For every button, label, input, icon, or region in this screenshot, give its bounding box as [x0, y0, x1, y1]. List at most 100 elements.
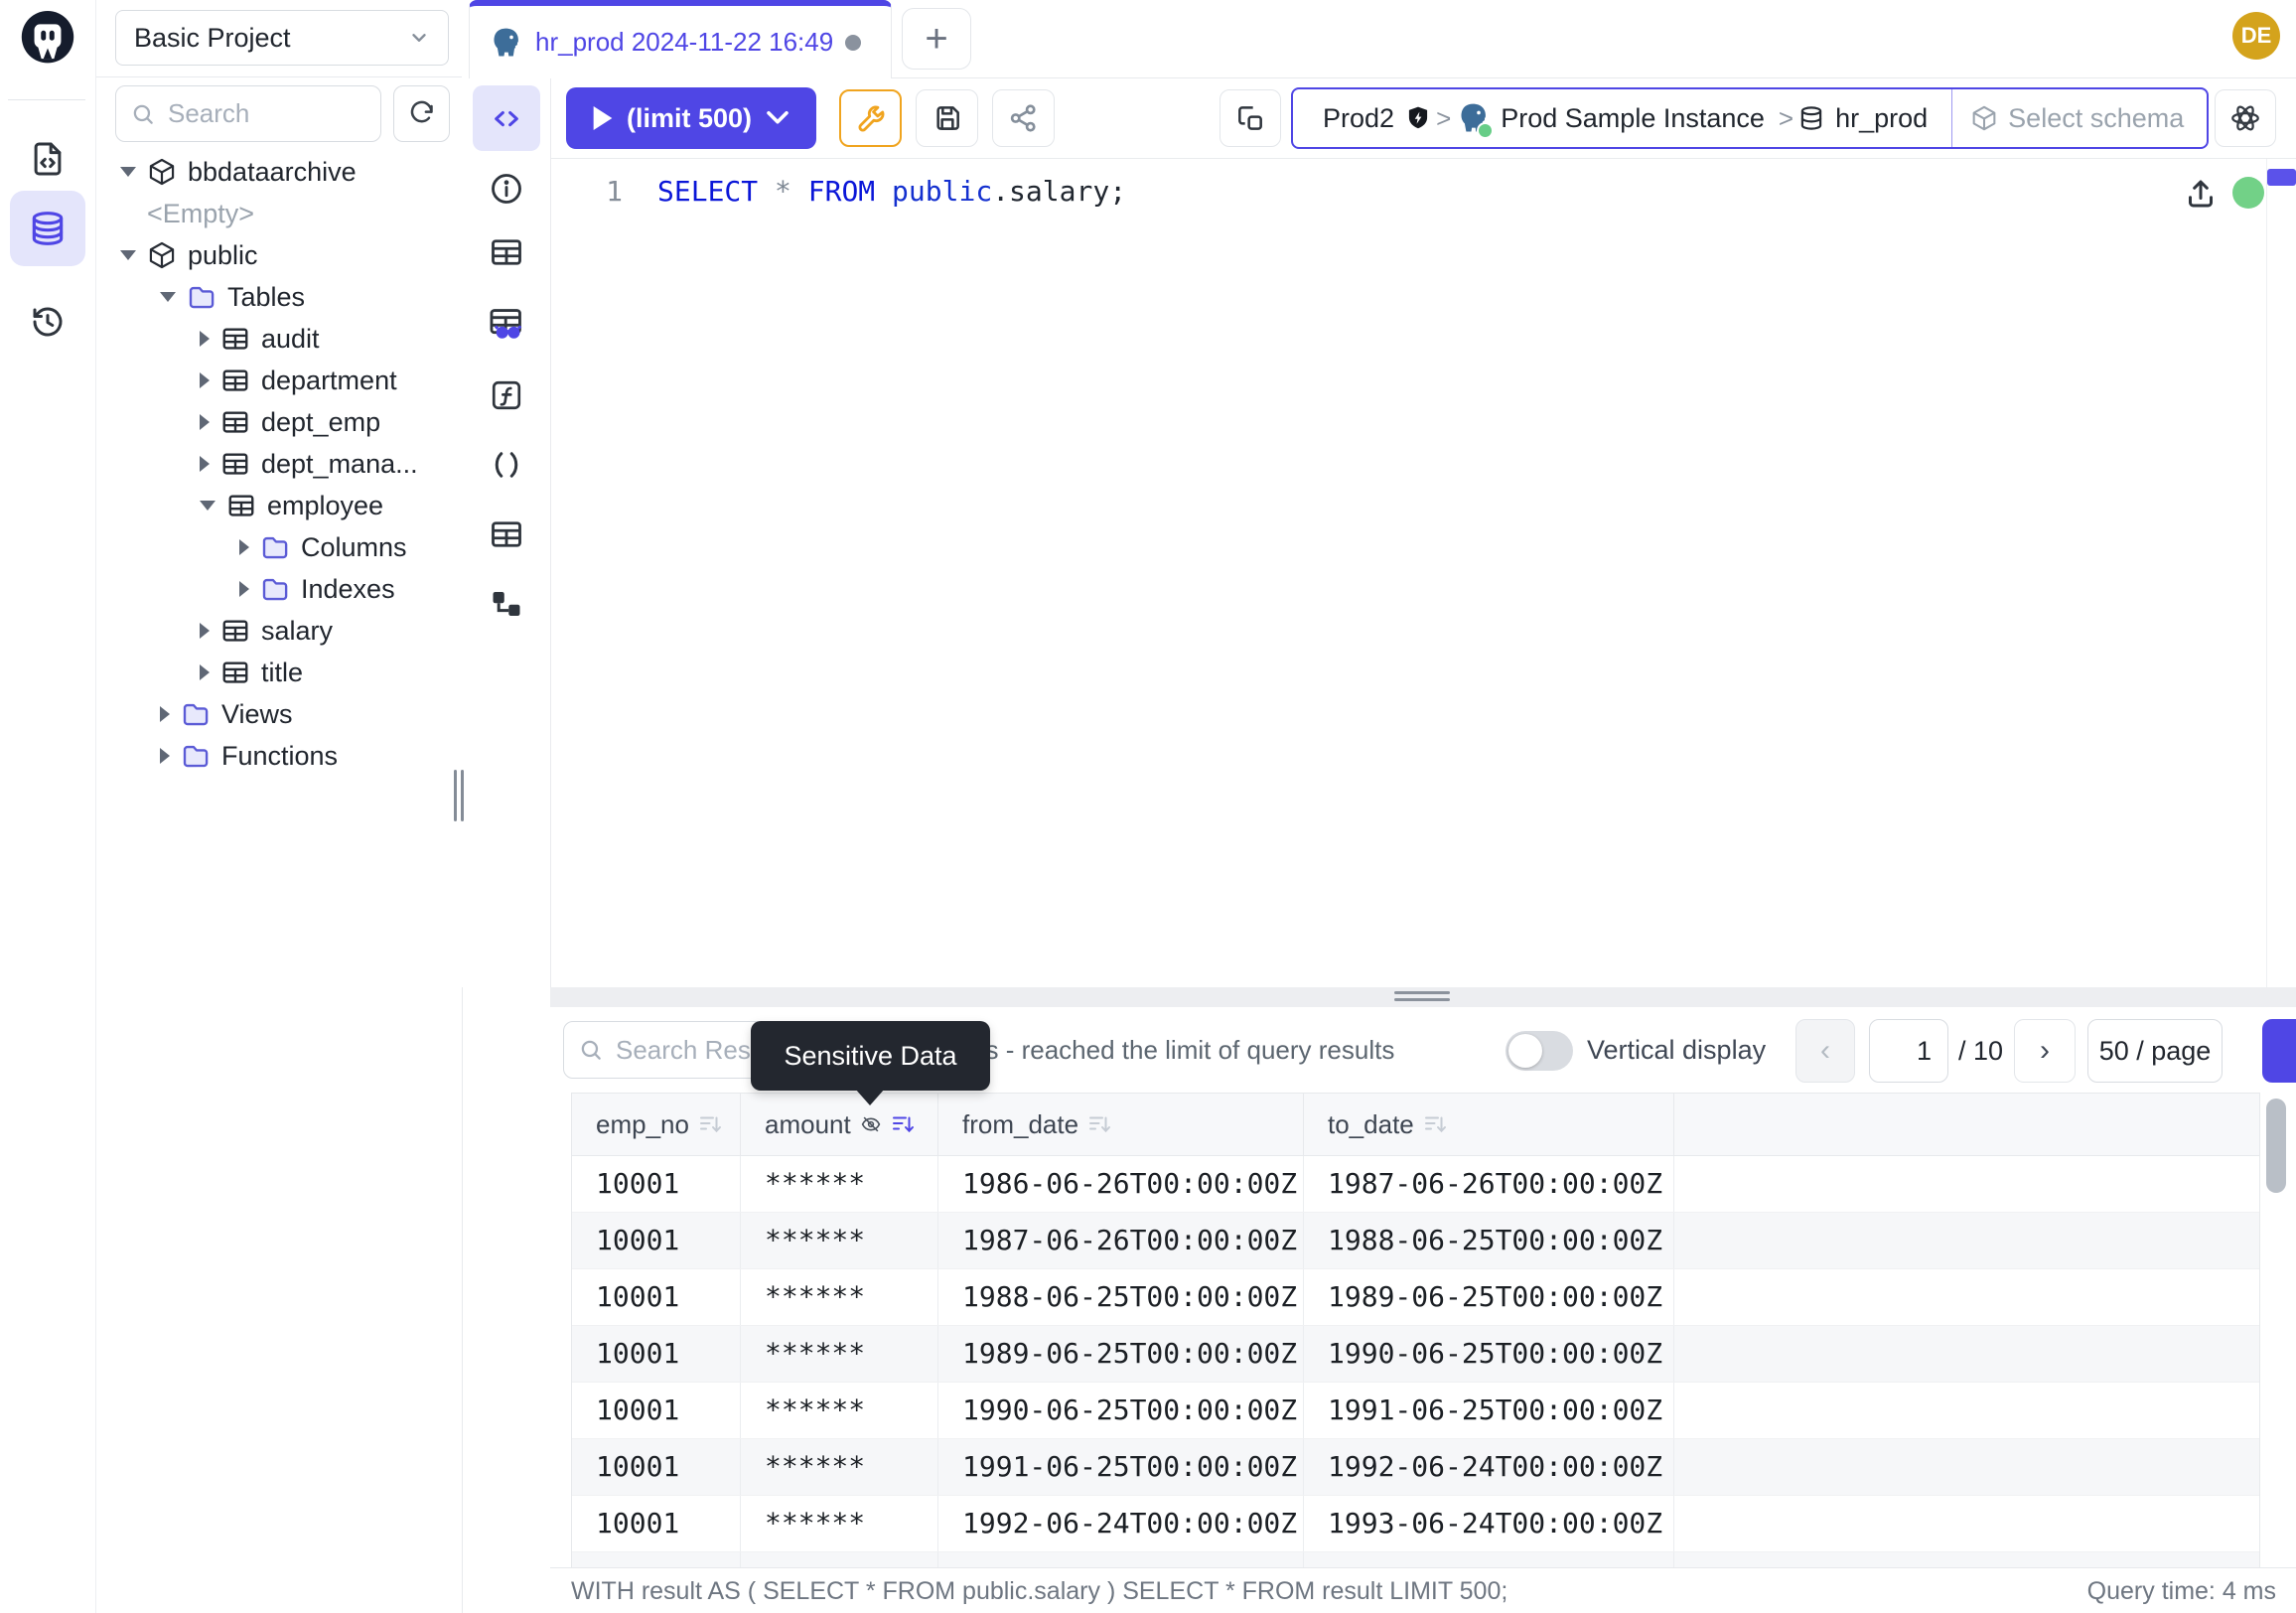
- table-cell[interactable]: ******: [741, 1156, 938, 1212]
- bytebase-logo[interactable]: [14, 6, 81, 73]
- table-cell[interactable]: [1674, 1213, 2259, 1268]
- caret-right-icon[interactable]: [200, 331, 210, 347]
- table-cell[interactable]: 10001: [572, 1383, 741, 1438]
- database-nav-button[interactable]: [10, 191, 85, 266]
- run-query-button[interactable]: (limit 500): [566, 87, 816, 149]
- page-size-select[interactable]: 50 / page: [2087, 1019, 2223, 1083]
- table-cell[interactable]: ******: [741, 1383, 938, 1438]
- refresh-button[interactable]: [393, 85, 450, 142]
- procedures-button[interactable]: [489, 447, 524, 483]
- eye-off-icon[interactable]: [860, 1113, 882, 1135]
- tree-item-department[interactable]: department: [96, 360, 462, 401]
- table-cell[interactable]: 1993-06-24T00:00:00Z: [938, 1552, 1304, 1567]
- page-number-box[interactable]: [1869, 1019, 1948, 1083]
- tree-item-bbdataarchive[interactable]: bbdataarchive: [96, 151, 462, 193]
- connection-breadcrumb[interactable]: Prod2 > Prod Sample Instance > hr_prod S…: [1291, 87, 2209, 149]
- sort-icon[interactable]: [1423, 1112, 1447, 1136]
- column-header-emp_no[interactable]: emp_no: [572, 1094, 741, 1155]
- table-row[interactable]: 10001******1989-06-25T00:00:00Z1990-06-2…: [572, 1326, 2259, 1383]
- table-cell[interactable]: 10001: [572, 1269, 741, 1325]
- upload-button[interactable]: [2183, 175, 2219, 213]
- table-cell[interactable]: 10001: [572, 1156, 741, 1212]
- table-cell[interactable]: ******: [741, 1326, 938, 1382]
- table-cell[interactable]: 1988-06-25T00:00:00Z: [1304, 1213, 1674, 1268]
- ai-assistant-button[interactable]: [2215, 89, 2276, 147]
- tree-item-functions[interactable]: Functions: [96, 735, 462, 777]
- caret-right-icon[interactable]: [200, 456, 210, 472]
- editor-scrollbar-track[interactable]: [2266, 159, 2267, 987]
- tree-item-tables[interactable]: Tables: [96, 276, 462, 318]
- table-cell[interactable]: 1991-06-25T00:00:00Z: [938, 1439, 1304, 1495]
- table-cell[interactable]: 1990-06-25T00:00:00Z: [1304, 1326, 1674, 1382]
- table-row[interactable]: 10001******1993-06-24T00:00:00Z1994-06-2…: [572, 1552, 2259, 1567]
- tree-item-columns[interactable]: Columns: [96, 526, 462, 568]
- table-cell[interactable]: ******: [741, 1439, 938, 1495]
- tree-item-indexes[interactable]: Indexes: [96, 568, 462, 610]
- table-cell[interactable]: [1674, 1269, 2259, 1325]
- table-cell[interactable]: 1992-06-24T00:00:00Z: [1304, 1439, 1674, 1495]
- table-cell[interactable]: [1674, 1496, 2259, 1551]
- worksheet-button[interactable]: [10, 121, 85, 197]
- new-tab-button[interactable]: +: [902, 8, 971, 70]
- sidebar-search[interactable]: [115, 85, 381, 142]
- table-info-button[interactable]: [489, 234, 524, 270]
- tree-item-views[interactable]: Views: [96, 693, 462, 735]
- batch-query-button[interactable]: [1220, 89, 1281, 147]
- tree-item-empty[interactable]: <Empty>: [96, 193, 462, 234]
- sort-icon[interactable]: [891, 1112, 915, 1136]
- table-cell[interactable]: ******: [741, 1552, 938, 1567]
- caret-right-icon[interactable]: [200, 623, 210, 639]
- panel-splitter[interactable]: [550, 987, 2296, 1007]
- table-cell[interactable]: 10001: [572, 1213, 741, 1268]
- sidebar-resize-handle[interactable]: [454, 770, 468, 821]
- caret-down-icon[interactable]: [200, 501, 215, 511]
- page-number-input[interactable]: [1870, 1020, 1943, 1082]
- editor-scrollbar-mark[interactable]: [2267, 169, 2296, 186]
- table-cell[interactable]: 1993-06-24T00:00:00Z: [1304, 1496, 1674, 1551]
- table-row[interactable]: 10001******1986-06-26T00:00:00Z1987-06-2…: [572, 1156, 2259, 1213]
- table-cell[interactable]: 1989-06-25T00:00:00Z: [938, 1326, 1304, 1382]
- functions-button[interactable]: [489, 377, 524, 413]
- tree-item-employee[interactable]: employee: [96, 485, 462, 526]
- table-cell[interactable]: [1674, 1326, 2259, 1382]
- vertical-display-toggle[interactable]: [1506, 1031, 1573, 1071]
- caret-right-icon[interactable]: [160, 706, 170, 722]
- table-cell[interactable]: 10001: [572, 1552, 741, 1567]
- table-row[interactable]: 10001******1991-06-25T00:00:00Z1992-06-2…: [572, 1439, 2259, 1496]
- save-sheet-button[interactable]: [916, 89, 978, 147]
- sql-editor-mode-button[interactable]: [473, 85, 540, 151]
- history-button[interactable]: [10, 284, 85, 360]
- table-cell[interactable]: [1674, 1383, 2259, 1438]
- table-cell[interactable]: 1989-06-25T00:00:00Z: [1304, 1269, 1674, 1325]
- column-header-amount[interactable]: amount: [741, 1094, 938, 1155]
- info-button[interactable]: [489, 171, 524, 207]
- table-cell[interactable]: [1674, 1552, 2259, 1567]
- caret-right-icon[interactable]: [160, 748, 170, 764]
- caret-right-icon[interactable]: [200, 664, 210, 680]
- table-cell[interactable]: 10001: [572, 1439, 741, 1495]
- table-cell[interactable]: ******: [741, 1213, 938, 1268]
- prev-page-button[interactable]: ‹: [1795, 1019, 1855, 1083]
- user-avatar[interactable]: DE: [2232, 12, 2280, 60]
- table-cell[interactable]: 10001: [572, 1326, 741, 1382]
- sort-icon[interactable]: [1087, 1112, 1111, 1136]
- table-cell[interactable]: 1988-06-25T00:00:00Z: [938, 1269, 1304, 1325]
- table-row[interactable]: 10001******1990-06-25T00:00:00Z1991-06-2…: [572, 1383, 2259, 1439]
- table-cell[interactable]: 1990-06-25T00:00:00Z: [938, 1383, 1304, 1438]
- column-header-to_date[interactable]: to_date: [1304, 1094, 1674, 1155]
- caret-right-icon[interactable]: [239, 539, 249, 555]
- table-cell[interactable]: 1992-06-24T00:00:00Z: [938, 1496, 1304, 1551]
- table-cell[interactable]: 1987-06-26T00:00:00Z: [1304, 1156, 1674, 1212]
- table-row[interactable]: 10001******1992-06-24T00:00:00Z1993-06-2…: [572, 1496, 2259, 1552]
- caret-down-icon[interactable]: [120, 167, 136, 177]
- project-selector[interactable]: Basic Project: [115, 10, 449, 66]
- table-cell[interactable]: 1987-06-26T00:00:00Z: [938, 1213, 1304, 1268]
- table-cell[interactable]: 1986-06-26T00:00:00Z: [938, 1156, 1304, 1212]
- schema-diagram-button[interactable]: [489, 586, 524, 622]
- caret-right-icon[interactable]: [200, 372, 210, 388]
- caret-right-icon[interactable]: [239, 581, 249, 597]
- caret-down-icon[interactable]: [120, 250, 136, 260]
- table-cell[interactable]: ******: [741, 1269, 938, 1325]
- chevron-down-icon[interactable]: [766, 109, 789, 127]
- tree-item-public[interactable]: public: [96, 234, 462, 276]
